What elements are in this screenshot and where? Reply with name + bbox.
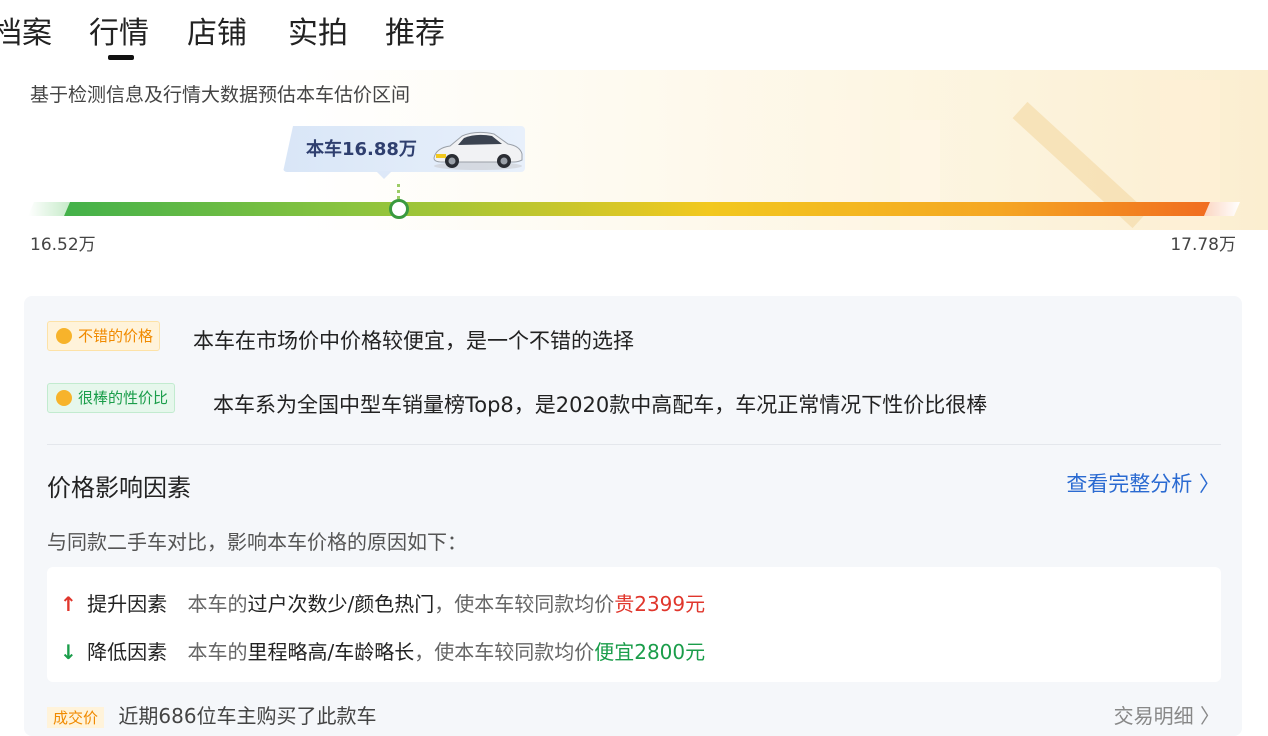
factor-up-impact: 贵2399元 [614,592,706,616]
price-min-label: 16.52万 [30,235,96,255]
good-price-tag-label: 不错的价格 [78,327,154,345]
price-max-label: 17.78万 [1170,235,1236,255]
bar-left-tail [28,202,70,216]
factor-down-impact: 便宜2800元 [594,640,706,664]
factor-down-middle: ，使本车较同款均价 [414,640,595,664]
good-price-text: 本车在市场价中价格较便宜，是一个不错的选择 [193,329,634,353]
factor-up-items: 过户次数少/颜色热门 [247,592,435,616]
view-full-analysis-link[interactable]: 查看完整分析 〉 [1066,468,1220,498]
recent-deals-text: 近期686位车主购买了此款车 [118,704,377,728]
value-tag-label: 很棒的性价比 [78,389,169,407]
factors-description: 与同款二手车对比，影响本车价格的原因如下： [47,530,467,554]
bar-right-tail [1204,202,1240,216]
factor-down-label: 降低因素 [87,640,168,664]
good-price-tag: 不错的价格 [47,321,161,351]
factors-title: 价格影响因素 [47,474,191,502]
current-price-marker [388,199,409,219]
factor-up-label: 提升因素 [87,592,168,616]
recent-deals-row: 成交价 近期686位车主购买了此款车 [47,700,377,729]
arrow-down-icon: ↓ [60,640,77,664]
car-thumbnail-icon [433,131,523,170]
deal-details-link[interactable]: 交易明细 〉 [1114,700,1220,729]
value-tag: 很棒的性价比 [47,383,176,413]
arrow-up-icon: ↑ [60,592,77,616]
tab-archive[interactable]: 档案 [0,12,52,56]
factor-up-middle: ，使本车较同款均价 [434,592,615,616]
smile-icon [56,328,72,344]
factor-up-row: ↑ 提升因素 本车的过户次数少/颜色热门，使本车较同款均价贵2399元 [60,588,705,617]
tab-photos[interactable]: 实拍 [288,12,348,56]
factor-down-prefix: 本车的 [187,640,248,664]
tab-store[interactable]: 店铺 [187,12,247,56]
deal-price-tag: 成交价 [47,707,105,728]
factor-down-items: 里程略高/车龄略长 [247,640,415,664]
factor-up-prefix: 本车的 [187,592,248,616]
factor-down-row: ↓ 降低因素 本车的里程略高/车龄略长，使本车较同款均价便宜2800元 [60,636,705,665]
price-range-bar [28,202,1240,216]
divider [47,444,1221,445]
bubble-pointer [376,171,392,179]
marker-dotted-line [397,184,401,200]
current-price-label: 本车16.88万 [306,139,417,160]
tab-market[interactable]: 行情 [89,12,149,56]
estimate-subtitle: 基于检测信息及行情大数据预估本车估价区间 [30,84,411,106]
active-tab-indicator [108,55,134,60]
grin-icon [56,390,72,406]
tab-recommend[interactable]: 推荐 [385,12,445,56]
value-text: 本车系为全国中型车销量榜Top8，是2020款中高配车，车况正常情况下性价比很棒 [213,393,988,417]
bar-gradient [64,202,1234,216]
